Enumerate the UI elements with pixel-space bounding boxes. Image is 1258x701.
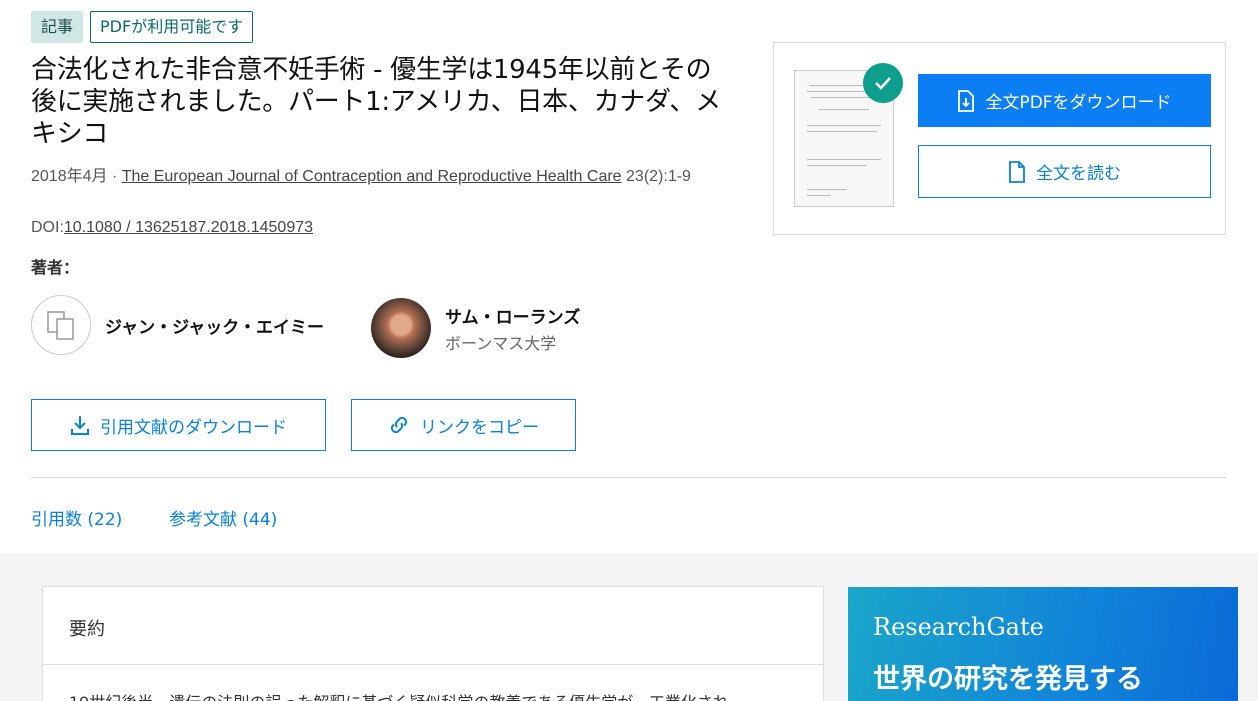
avatar[interactable] (371, 298, 431, 358)
badge-group: 記事 PDFが利用可能です (31, 11, 254, 43)
download-citation-label: 引用文献のダウンロード (100, 417, 287, 438)
download-pdf-label: 全文PDFをダウンロード (985, 93, 1172, 113)
divider (31, 477, 1226, 478)
divider (43, 664, 823, 665)
read-fulltext-label: 全文を読む (1036, 164, 1121, 184)
author-affiliation[interactable]: ボーンマス大学 (445, 330, 580, 354)
author-name[interactable]: ジャン・ジャック・エイミー (105, 313, 324, 338)
abstract-card: 要約 19世紀後半、遺伝の法則の誤った解釈に基づく疑似科学の教義である優生学が、… (42, 586, 824, 701)
copy-pages-icon (47, 311, 74, 340)
tab-references[interactable]: 参考文献 (44) (169, 505, 277, 530)
article-title: 合法化された非合意不妊手術 - 優生学は1945年以前とその後に実施されました。… (31, 55, 721, 149)
check-icon (863, 63, 903, 103)
publication-date: 2018年4月 · (31, 168, 122, 185)
researchgate-logo: ResearchGate (873, 613, 1044, 641)
publication-meta: 2018年4月 · The European Journal of Contra… (31, 165, 741, 189)
authors-heading: 著者： (31, 258, 80, 277)
pdf-available-badge: PDFが利用可能です (90, 11, 254, 43)
file-icon (1009, 160, 1025, 183)
researchgate-promo[interactable]: ResearchGate 世界の研究を発見する (848, 587, 1238, 701)
journal-volume: 23(2):1-9 (621, 168, 691, 185)
pdf-panel: 全文PDFをダウンロード 全文を読む (773, 42, 1226, 235)
journal-link[interactable]: The European Journal of Contraception an… (122, 168, 622, 185)
author-card[interactable]: ジャン・ジャック・エイミー (31, 295, 324, 355)
avatar-placeholder-icon (31, 295, 91, 355)
download-pdf-button[interactable]: 全文PDFをダウンロード (918, 74, 1211, 127)
download-citation-button[interactable]: 引用文献のダウンロード (31, 399, 326, 451)
author-card[interactable]: サム・ローランズ ボーンマス大学 (371, 298, 580, 358)
promo-tagline: 世界の研究を発見する (873, 664, 1143, 695)
doi-label: DOI: (31, 219, 64, 236)
doi-link[interactable]: 10.1080 / 13625187.2018.1450973 (64, 219, 313, 236)
doi-line: DOI:10.1080 / 13625187.2018.1450973 (31, 219, 313, 237)
copy-link-button[interactable]: リンクをコピー (351, 399, 576, 451)
link-icon (390, 416, 408, 434)
author-info: サム・ローランズ ボーンマス大学 (445, 303, 580, 354)
article-type-badge: 記事 (31, 11, 84, 43)
abstract-heading: 要約 (69, 619, 105, 640)
author-name[interactable]: サム・ローランズ (445, 303, 580, 328)
abstract-text: 19世紀後半、遺伝の法則の誤った解釈に基づく疑似科学の教義である優生学が、工業化… (69, 689, 799, 701)
tab-citations[interactable]: 引用数 (22) (31, 505, 122, 530)
file-download-icon (958, 89, 975, 112)
download-icon (71, 416, 89, 435)
copy-link-label: リンクをコピー (420, 417, 539, 438)
read-fulltext-button[interactable]: 全文を読む (918, 145, 1211, 198)
article-header: 記事 PDFが利用可能です 合法化された非合意不妊手術 - 優生学は1945年以… (0, 0, 1258, 553)
